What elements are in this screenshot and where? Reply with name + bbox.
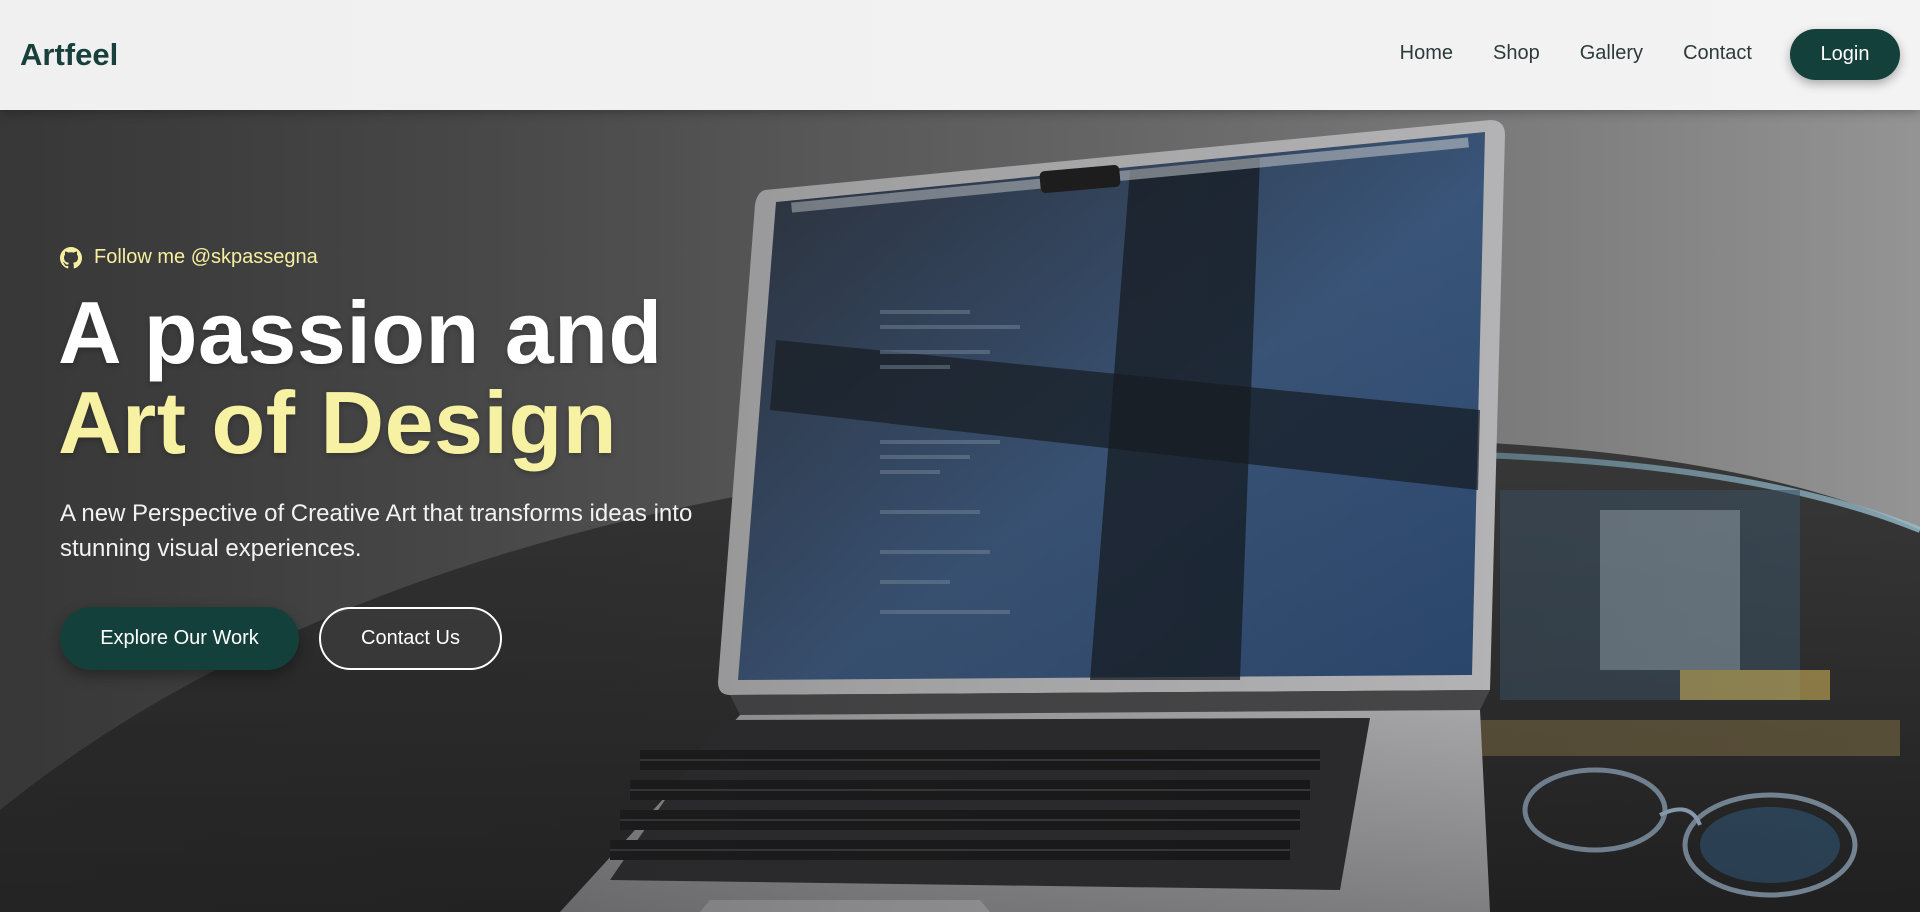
contact-us-button[interactable]: Contact Us <box>319 607 502 670</box>
hero-subtitle: A new Perspective of Creative Art that t… <box>60 500 693 562</box>
follow-link[interactable]: Follow me @skpassegna <box>60 246 318 269</box>
hero-title-line1: A passion and <box>58 283 663 382</box>
explore-work-button[interactable]: Explore Our Work <box>60 607 299 670</box>
nav-link-gallery[interactable]: Gallery <box>1580 42 1643 65</box>
login-button[interactable]: Login <box>1790 29 1900 80</box>
github-icon <box>60 246 82 269</box>
top-navbar: Artfeel Home Shop Gallery Contact Login <box>0 0 1920 110</box>
nav-link-contact[interactable]: Contact <box>1683 42 1752 65</box>
hero-title: A passion and Art of Design <box>58 288 663 468</box>
brand-logo[interactable]: Artfeel <box>20 37 118 73</box>
nav-link-home[interactable]: Home <box>1400 42 1453 65</box>
hero-title-line2: Art of Design <box>58 373 617 472</box>
follow-text: Follow me @skpassegna <box>94 246 318 268</box>
main-nav: Home Shop Gallery Contact <box>1400 42 1752 65</box>
nav-link-shop[interactable]: Shop <box>1493 42 1540 65</box>
hero-section: Follow me @skpassegna A passion and Art … <box>0 110 1920 912</box>
